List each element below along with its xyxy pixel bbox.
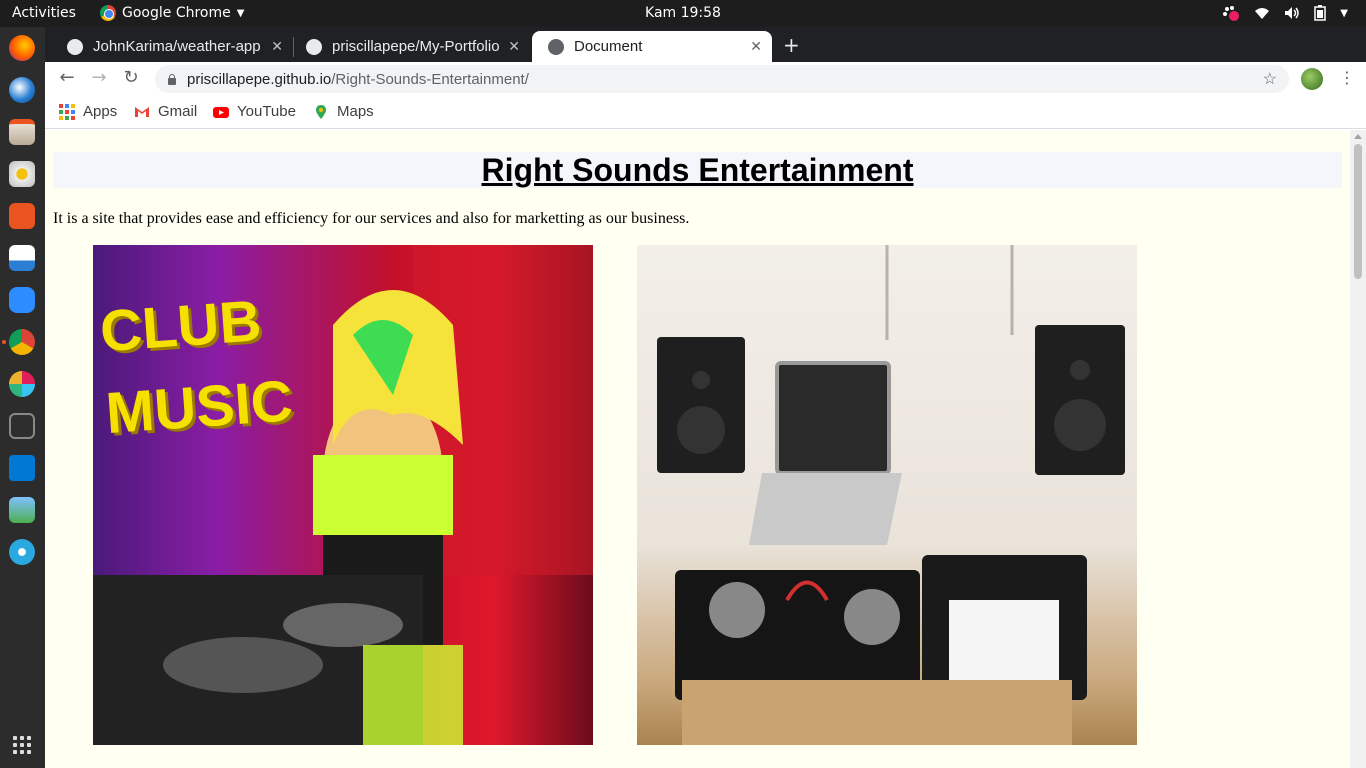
bookmark-maps[interactable]: Maps — [313, 103, 374, 120]
running-indicator — [2, 340, 6, 344]
thunderbird-icon[interactable] — [9, 77, 35, 103]
system-top-bar: Activities Google Chrome ▼ Kam 19:58 ▼ — [0, 0, 1366, 27]
show-applications-icon[interactable] — [13, 736, 31, 754]
bookmark-label: Apps — [83, 103, 118, 120]
bookmark-youtube[interactable]: YouTube — [213, 103, 296, 120]
scrollbar-thumb[interactable] — [1354, 144, 1362, 279]
address-bar[interactable]: priscillapepe.github.io/Right-Sounds-Ent… — [155, 65, 1289, 93]
url-host: priscillapepe.github.io — [187, 70, 332, 88]
dj-setup-photo — [637, 245, 1137, 745]
profile-avatar[interactable] — [1301, 68, 1323, 90]
bookmark-label: Gmail — [158, 103, 198, 120]
slack-icon[interactable] — [9, 371, 35, 397]
tab-weather-app[interactable]: JohnKarima/weather-app ✕ — [51, 31, 293, 62]
zoom-icon[interactable] — [9, 287, 35, 313]
rhythmbox-icon[interactable] — [9, 161, 35, 187]
tab-title: Document — [574, 38, 643, 55]
close-icon[interactable]: ✕ — [271, 39, 283, 55]
battery-icon[interactable] — [1314, 5, 1327, 21]
bookmark-star-icon[interactable]: ☆ — [1263, 69, 1277, 89]
firefox-icon[interactable] — [9, 35, 35, 61]
scroll-up-arrow-icon[interactable] — [1354, 134, 1362, 139]
browser-toolbar: ← → ↻ priscillapepe.github.io/Right-Soun… — [45, 62, 1366, 96]
url-path: /Right-Sounds-Entertainment/ — [331, 70, 529, 88]
page-viewport: Right Sounds Entertainment It is a site … — [45, 130, 1350, 768]
page-title: Right Sounds Entertainment — [481, 152, 914, 188]
new-tab-button[interactable]: + — [783, 33, 800, 57]
dj-setup-illustration — [657, 245, 1125, 745]
bookmark-label: YouTube — [237, 103, 296, 120]
lock-icon[interactable] — [167, 73, 177, 85]
page-heading-band: Right Sounds Entertainment — [53, 152, 1342, 188]
github-icon — [67, 38, 83, 55]
chrome-icon[interactable] — [9, 329, 35, 355]
intro-paragraph: It is a site that provides ease and effi… — [53, 210, 690, 227]
tab-my-portfolio[interactable]: priscillapepe/My-Portfolio ✕ — [290, 31, 530, 62]
image-viewer-icon[interactable] — [9, 497, 35, 523]
club-music-logo: CLUB MUSIC — [98, 288, 295, 447]
tab-document[interactable]: Document ✕ — [532, 31, 772, 62]
club-music-photo: CLUB MUSIC — [93, 245, 593, 745]
bookmark-label: Maps — [337, 103, 374, 120]
libreoffice-writer-icon[interactable] — [9, 245, 35, 271]
tab-title: JohnKarima/weather-app — [93, 38, 261, 55]
gmail-icon — [135, 106, 149, 117]
apps-grid-icon — [59, 103, 75, 120]
terminal-icon[interactable] — [9, 413, 35, 439]
close-icon[interactable]: ✕ — [750, 39, 762, 55]
volume-icon[interactable] — [1284, 6, 1300, 20]
close-icon[interactable]: ✕ — [508, 39, 520, 55]
youtube-icon — [213, 106, 229, 118]
globe-icon — [548, 38, 564, 55]
settings-icon[interactable] — [9, 539, 35, 565]
files-icon[interactable] — [9, 119, 35, 145]
ubuntu-dock — [0, 27, 45, 768]
bookmarks-bar: Apps Gmail YouTube Maps — [45, 96, 1366, 129]
maps-pin-icon — [316, 104, 326, 119]
tab-title: priscillapepe/My-Portfolio — [332, 38, 500, 55]
system-tray[interactable]: ▼ — [1220, 4, 1348, 22]
clock[interactable]: Kam 19:58 — [0, 5, 1366, 21]
bookmark-gmail[interactable]: Gmail — [134, 103, 197, 120]
software-center-icon[interactable] — [9, 203, 35, 229]
browser-menu-icon[interactable]: ⋮ — [1339, 68, 1355, 87]
vscode-icon[interactable] — [9, 455, 35, 481]
system-menu-chevron-icon[interactable]: ▼ — [1340, 8, 1348, 19]
slack-tray-icon[interactable] — [1220, 4, 1240, 22]
tab-strip: JohnKarima/weather-app ✕ priscillapepe/M… — [45, 27, 1366, 62]
bookmark-apps[interactable]: Apps — [59, 103, 117, 120]
page-scrollbar[interactable] — [1350, 130, 1366, 768]
wifi-icon[interactable] — [1254, 6, 1270, 20]
reload-button[interactable]: ↻ — [119, 67, 143, 88]
chrome-window: JohnKarima/weather-app ✕ priscillapepe/M… — [45, 27, 1366, 768]
forward-button[interactable]: → — [87, 67, 111, 88]
back-button[interactable]: ← — [55, 67, 79, 88]
github-icon — [306, 38, 322, 55]
